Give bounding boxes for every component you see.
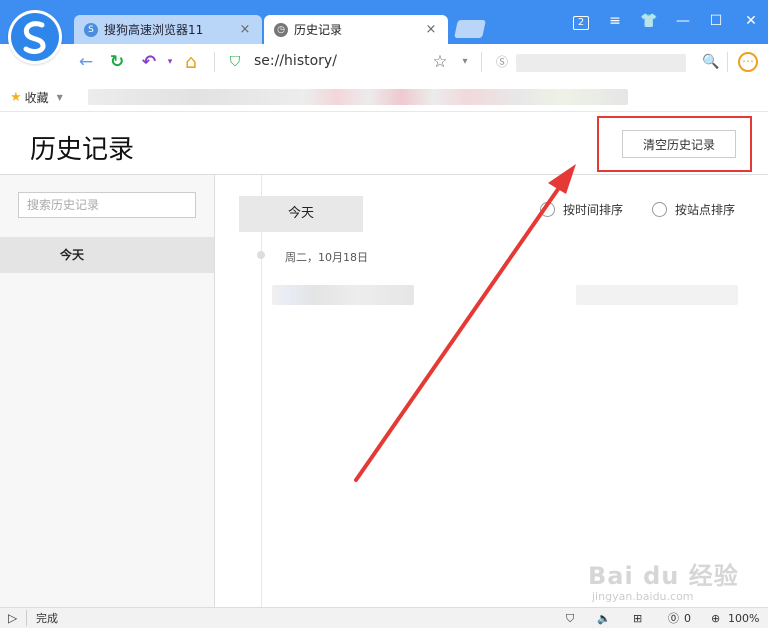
close-tab-icon[interactable]: × [238,22,252,37]
clock-icon: ◷ [274,22,288,37]
toolbar-divider [481,52,482,72]
back-button[interactable]: ← [76,52,96,72]
undo-close-button[interactable]: ↶ [139,52,159,72]
more-menu-icon[interactable]: ⋯ [738,52,758,72]
minimize-button[interactable]: — [670,10,696,32]
adblock-icon[interactable]: ⓪ [668,611,679,626]
tab-label: 搜狗高速浏览器11 [104,23,204,37]
sound-icon[interactable]: 🔈 [597,611,611,626]
zoom-level[interactable]: 100% [728,611,759,626]
status-bar: ▷ 完成 ⛉ 🔈 ⊞ ⓪ 0 ⊕ 100% [0,607,768,628]
search-box-blurred[interactable] [516,54,686,72]
sort-by-time-label: 按时间排序 [563,203,624,217]
baidu-watermark-url: jingyan.baidu.com [592,590,694,603]
radio-icon[interactable] [540,202,555,217]
address-toolbar: ← ↻ ↶ ▾ ⌂ ⛉ se://history/ ☆ ▾ Ⓢ 🔍 ⋯ [0,44,768,80]
favorites-label: 收藏 [24,91,49,105]
status-divider [26,610,27,626]
sogou-logo [8,10,62,64]
bookmark-items-blurred[interactable] [88,89,628,105]
sort-by-site-label: 按站点排序 [675,203,736,217]
secure-shield-icon: ⛉ [229,54,241,70]
favorites-menu[interactable]: ★ 收藏 ▼ [10,89,63,106]
security-shield-icon[interactable]: ⛉ [566,611,574,626]
close-tab-icon[interactable]: × [424,22,438,37]
adblock-count: 0 [684,612,691,625]
new-tab-button[interactable] [454,20,486,38]
baidu-watermark: Bai du 经验 [588,562,739,590]
title-bar: S 搜狗高速浏览器11 × ◷ 历史记录 × 2 ≡ 👕 — ☐ ✕ [0,0,768,44]
radio-icon[interactable] [652,202,667,217]
zoom-icon[interactable]: ⊕ [711,611,720,626]
menu-icon[interactable]: ≡ [602,10,628,32]
close-window-button[interactable]: ✕ [738,10,764,32]
history-sidebar: 今天 [0,175,215,607]
home-button[interactable]: ⌂ [181,52,201,72]
sogou-icon: S [84,22,98,37]
sidebar-item-today[interactable]: 今天 [0,237,214,273]
undo-dropdown-icon[interactable]: ▾ [160,52,180,72]
tab-label: 历史记录 [294,23,343,37]
highlight-box [597,116,752,172]
history-entry-url-blurred[interactable] [576,285,738,305]
address-input[interactable]: se://history/ [254,53,337,69]
address-dropdown-icon[interactable]: ▾ [455,52,475,72]
maximize-button[interactable]: ☐ [703,10,729,32]
tab-sogou-browser[interactable]: S 搜狗高速浏览器11 × [74,15,262,44]
timeline-line [261,175,262,607]
sort-by-site-option[interactable]: 按站点排序 [652,201,735,218]
today-header: 今天 [239,196,363,232]
chevron-down-icon: ▼ [56,93,63,102]
history-entry-title-blurred[interactable] [272,285,414,305]
window-count-badge[interactable]: 2 [568,10,594,32]
day-header: 周二，10月18日 [285,251,368,264]
screenshot-icon[interactable]: ⊞ [633,611,642,626]
tab-history[interactable]: ◷ 历史记录 × [264,15,448,44]
page-title: 历史记录 [30,135,135,165]
search-engine-icon[interactable]: Ⓢ [492,52,512,72]
search-history-input[interactable] [18,192,196,218]
status-text: 完成 [36,612,58,625]
timeline-dot [257,251,265,259]
refresh-button[interactable]: ↻ [107,52,127,72]
favorites-star-icon: ★ [10,90,22,105]
bookmark-star-icon[interactable]: ☆ [430,52,450,72]
skin-icon[interactable]: 👕 [636,10,662,32]
sort-by-time-option[interactable]: 按时间排序 [540,201,623,218]
bookmarks-bar: ★ 收藏 ▼ [0,80,768,112]
toolbar-divider [214,52,215,72]
sidebar-toggle-icon[interactable]: ▷ [8,611,17,626]
toolbar-divider [727,52,728,72]
search-icon[interactable]: 🔍 [701,52,721,72]
